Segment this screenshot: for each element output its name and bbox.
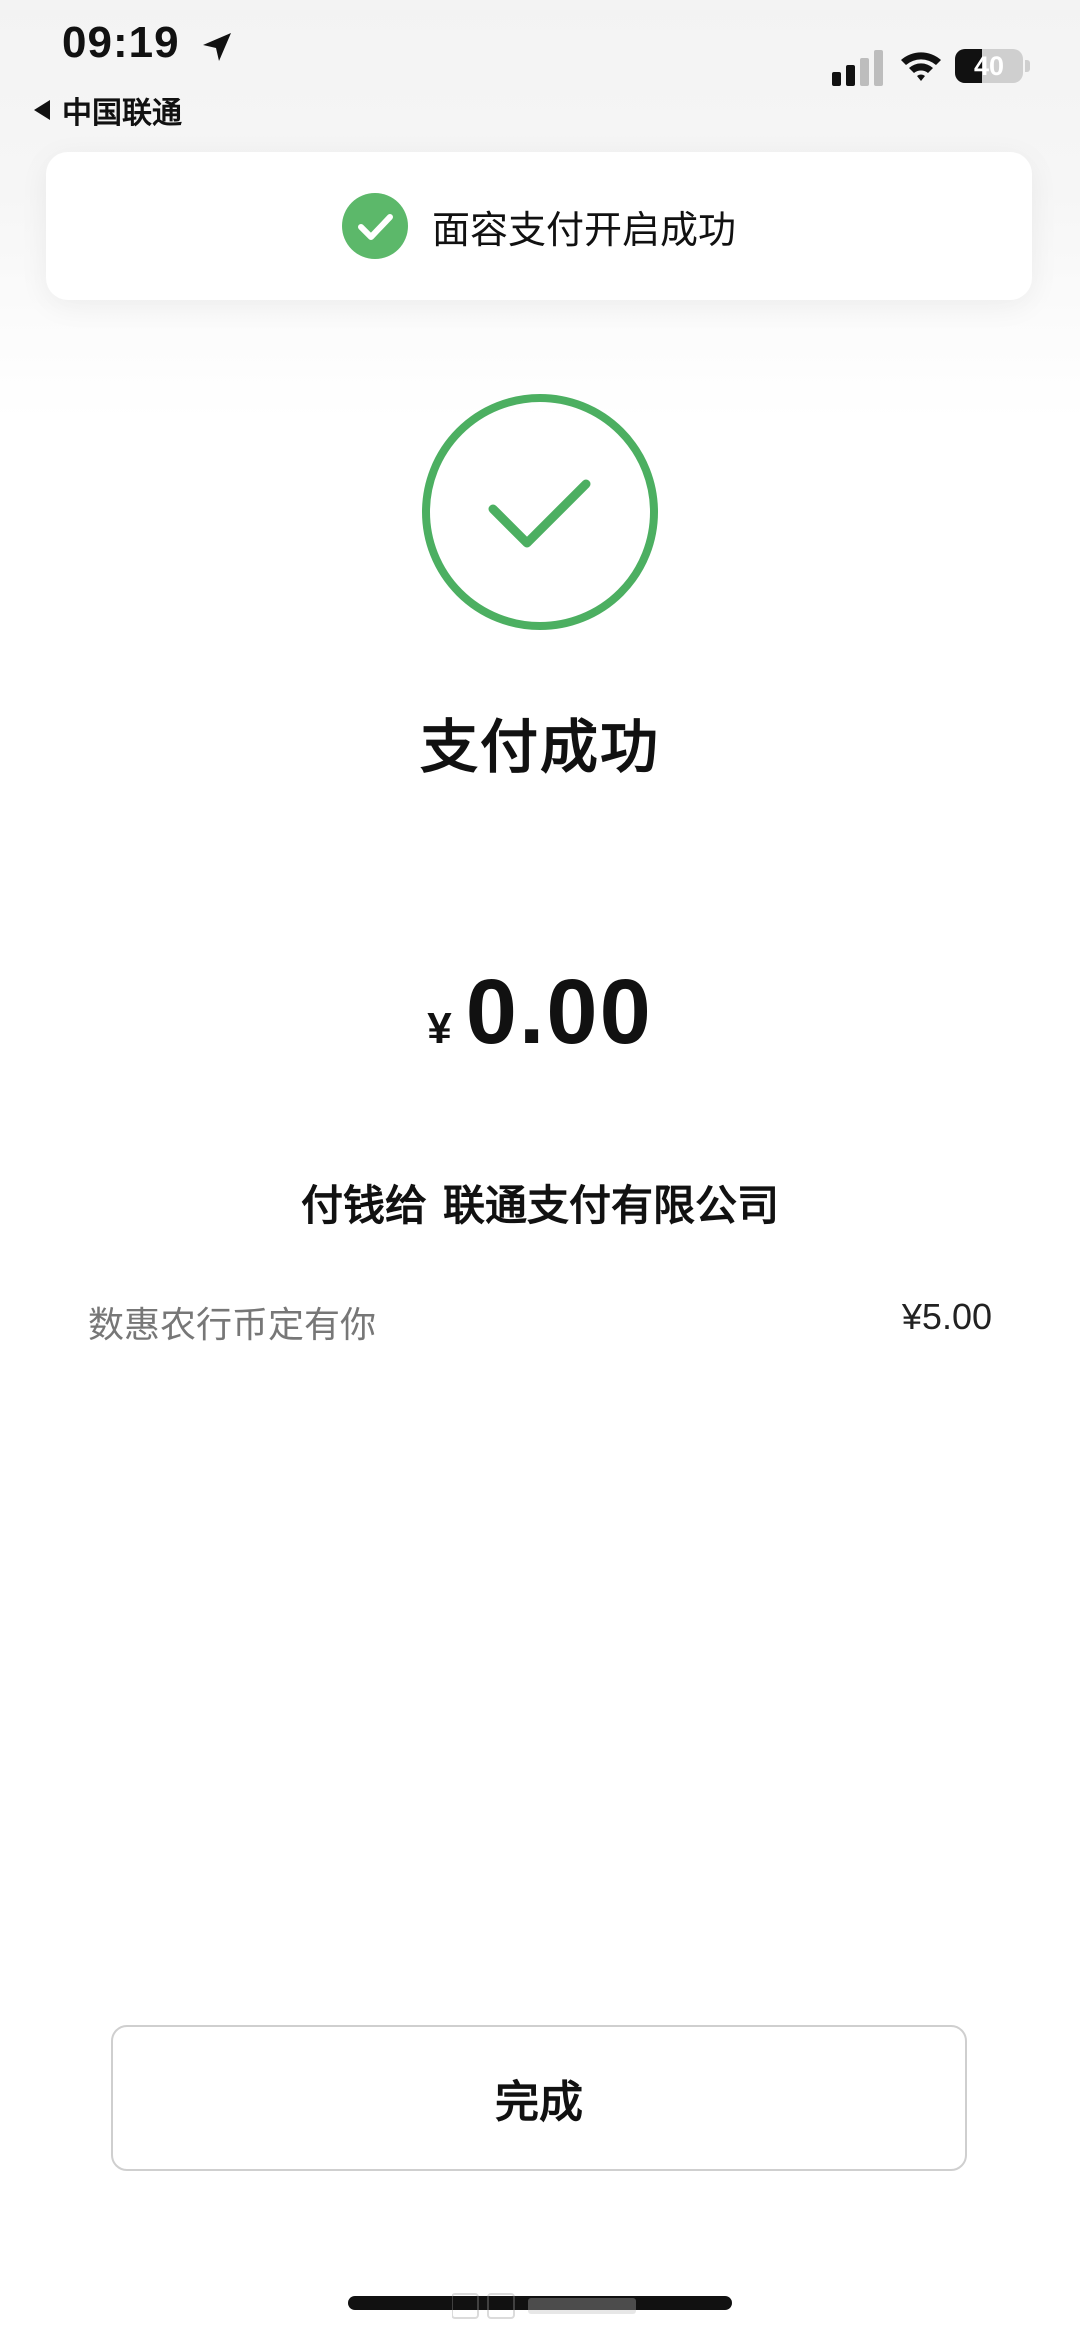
amount-value: 0.00 — [465, 961, 653, 1063]
wifi-icon — [901, 52, 941, 81]
done-button[interactable]: 完成 — [111, 2025, 967, 2171]
battery-cap — [1025, 60, 1030, 72]
success-check-icon — [422, 394, 658, 630]
battery-icon: 40 — [955, 49, 1031, 83]
back-triangle-icon — [34, 100, 50, 120]
discount-row: 数惠农行币定有你 ¥5.00 — [88, 1296, 992, 1348]
back-app-label: 中国联通 — [62, 97, 182, 130]
discount-value: ¥5.00 — [901, 1296, 992, 1337]
battery-percentage: 40 — [973, 51, 1005, 81]
battery-body: 40 — [955, 49, 1023, 83]
currency-symbol: ¥ — [427, 1004, 452, 1053]
check-circle-icon — [341, 193, 408, 259]
face-pay-enabled-toast: 面容支付开启成功 — [46, 152, 1032, 300]
status-time: 09:19 — [62, 18, 180, 67]
cellular-signal-icon — [832, 50, 883, 86]
payment-amount: ¥0.00 — [0, 960, 1080, 1065]
payment-success-screen: 09:19 中国联通 40 面容支付开启成功 支付成功 ¥ 0.00 付钱给 联… — [0, 0, 1080, 2337]
location-arrow-icon — [203, 33, 231, 61]
back-to-app-link[interactable]: 中国联通 — [34, 88, 182, 132]
discount-name: 数惠农行币定有你 — [88, 1304, 377, 1345]
watermark-logo — [452, 2293, 636, 2319]
payee-label: 付钱给 — [300, 1182, 427, 1229]
payee-name: 联通支付有限公司 — [443, 1182, 780, 1229]
payment-success-title: 支付成功 — [419, 715, 660, 780]
payee-line: 付钱给 联通支付有限公司 — [0, 1172, 1080, 1233]
toast-message: 面容支付开启成功 — [431, 209, 736, 252]
